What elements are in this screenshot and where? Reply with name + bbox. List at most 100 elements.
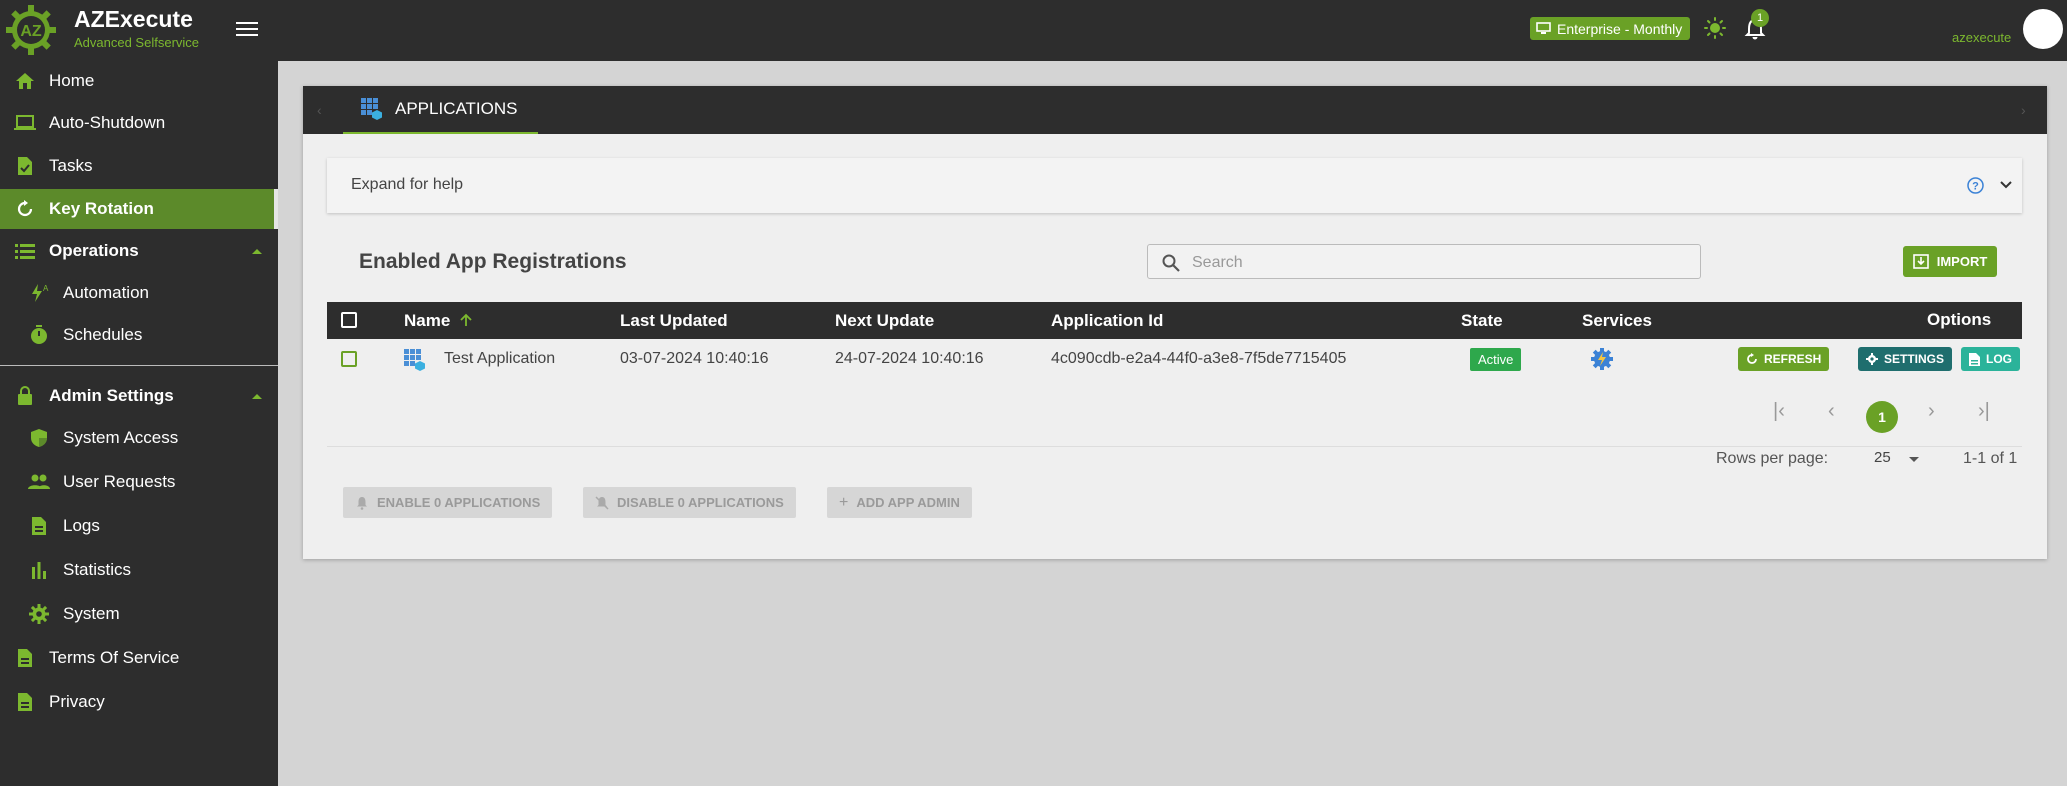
chevron-down-icon: [2000, 181, 2012, 189]
sidebar-item-automation[interactable]: A Automation: [0, 273, 278, 313]
column-header-name[interactable]: Name: [404, 311, 473, 331]
document-icon: [14, 691, 36, 713]
log-button[interactable]: LOG: [1961, 347, 2020, 371]
gear-icon: [1866, 353, 1878, 365]
document-icon: [1969, 352, 1980, 366]
plan-badge[interactable]: Enterprise - Monthly: [1530, 17, 1691, 40]
plus-icon: +: [839, 493, 849, 511]
collapse-caret-icon: [252, 248, 262, 254]
sidebar-item-privacy[interactable]: Privacy: [0, 682, 278, 722]
search-icon: [1162, 254, 1180, 272]
sidebar-item-key-rotation[interactable]: Key Rotation: [0, 189, 278, 229]
select-all-checkbox[interactable]: [341, 312, 357, 328]
status-badge: Active: [1470, 348, 1522, 371]
sidebar-item-auto-shutdown[interactable]: Auto-Shutdown: [0, 103, 278, 143]
settings-button[interactable]: SETTINGS: [1858, 347, 1953, 371]
column-header-last-updated[interactable]: Last Updated: [620, 311, 728, 331]
brand-title: AZExecute: [74, 6, 193, 32]
sidebar-item-system[interactable]: System: [0, 594, 278, 634]
avatar[interactable]: [2023, 9, 2063, 49]
tab-label: APPLICATIONS: [395, 99, 518, 118]
help-icon: ?: [1967, 177, 1984, 194]
home-icon: [14, 70, 36, 92]
task-icon: [14, 155, 36, 177]
import-button[interactable]: IMPORT: [1903, 246, 1997, 277]
svg-text:A: A: [43, 284, 49, 293]
next-page-icon[interactable]: ›: [1928, 400, 1935, 423]
sidebar-item-system-access[interactable]: System Access: [0, 418, 278, 458]
bell-off-icon: [357, 496, 367, 510]
row-checkbox[interactable]: [341, 351, 357, 367]
import-label: IMPORT: [1936, 254, 1988, 269]
applications-grid-icon: [361, 98, 382, 120]
sidebar-divider: [0, 365, 278, 366]
dropdown-caret-icon[interactable]: [1909, 457, 1919, 462]
sidebar-item-admin-settings[interactable]: Admin Settings: [0, 376, 278, 416]
top-bar: AZ AZExecute Advanced Selfservice Enterp…: [0, 0, 2067, 61]
document-icon: [14, 647, 36, 669]
applications-card: ‹ APPLICATIONS › Expand for help ? Enabl…: [303, 86, 2047, 559]
first-page-icon[interactable]: |‹: [1773, 400, 1785, 423]
current-page-button[interactable]: 1: [1866, 401, 1898, 433]
automation-icon: A: [28, 282, 50, 304]
sidebar-item-operations[interactable]: Operations: [0, 231, 278, 271]
gear-icon: [28, 603, 50, 625]
search-field[interactable]: [1147, 244, 1701, 279]
rotate-icon: [14, 198, 36, 220]
refresh-icon: [1747, 353, 1757, 364]
pagination-range: 1-1 of 1: [1963, 450, 2018, 467]
rows-per-page-select[interactable]: 25: [1874, 449, 1891, 466]
enable-applications-button[interactable]: ENABLE 0 APPLICATIONS: [343, 487, 553, 518]
disable-applications-button[interactable]: DISABLE 0 APPLICATIONS: [583, 487, 796, 518]
column-header-application-id[interactable]: Application Id: [1051, 311, 1163, 331]
tab-bar: ‹ APPLICATIONS ›: [303, 86, 2047, 134]
shield-icon: [28, 427, 50, 449]
notification-count-badge: 1: [1751, 9, 1769, 27]
timer-icon: [28, 324, 50, 346]
sidebar-item-home[interactable]: Home: [0, 61, 278, 101]
column-header-options: Options: [1927, 310, 1992, 329]
bar-chart-icon: [28, 559, 50, 581]
column-header-services: Services: [1582, 311, 1652, 330]
table-row: Test Application 03-07-2024 10:40:16 24-…: [327, 339, 2022, 377]
sidebar-item-user-requests[interactable]: User Requests: [0, 462, 278, 502]
plan-label: Enterprise - Monthly: [1557, 20, 1683, 37]
sidebar-item-tasks[interactable]: Tasks: [0, 146, 278, 186]
menu-toggle-button[interactable]: [236, 18, 258, 40]
column-header-next-update[interactable]: Next Update: [835, 311, 934, 331]
collapse-caret-icon: [252, 393, 262, 399]
sidebar-item-logs[interactable]: Logs: [0, 506, 278, 546]
tab-scroll-right-icon[interactable]: ›: [2021, 102, 2026, 118]
section-title: Enabled App Registrations: [359, 250, 627, 273]
monitor-icon: [1536, 22, 1551, 34]
az-logo: AZ: [6, 5, 56, 55]
rows-per-page-label: Rows per page:: [1716, 450, 1829, 467]
sidebar-item-statistics[interactable]: Statistics: [0, 550, 278, 590]
users-icon: [28, 471, 50, 493]
last-page-icon[interactable]: ›|: [1978, 400, 1990, 423]
add-app-admin-button[interactable]: + ADD APP ADMIN: [827, 487, 972, 518]
tab-applications[interactable]: APPLICATIONS: [343, 86, 538, 134]
previous-page-icon[interactable]: ‹: [1828, 400, 1835, 423]
sort-ascending-icon: [460, 313, 472, 326]
sidebar: Home Auto-Shutdown Tasks Key Rotation Op…: [0, 61, 278, 786]
list-icon: [14, 240, 36, 262]
help-label: Expand for help: [351, 176, 464, 193]
sidebar-item-schedules[interactable]: Schedules: [0, 315, 278, 355]
search-input[interactable]: [1192, 253, 1682, 273]
brand-subtitle: Advanced Selfservice: [74, 35, 200, 50]
username[interactable]: azexecute: [1952, 30, 2011, 45]
help-expansion-panel[interactable]: Expand for help ?: [327, 158, 2022, 213]
theme-toggle-icon[interactable]: [1704, 17, 1726, 39]
service-gear-icon[interactable]: [1590, 347, 1614, 371]
tab-scroll-left-icon[interactable]: ‹: [317, 102, 322, 118]
sidebar-item-terms-of-service[interactable]: Terms Of Service: [0, 638, 278, 678]
laptop-icon: [14, 112, 36, 134]
column-header-state[interactable]: State: [1461, 311, 1503, 331]
svg-text:?: ?: [1972, 181, 1979, 193]
document-icon: [28, 515, 50, 537]
refresh-button[interactable]: REFRESH: [1738, 347, 1830, 371]
logo-text: AZ: [20, 23, 42, 40]
application-name[interactable]: Test Application: [444, 350, 555, 368]
lock-icon: [14, 385, 36, 407]
